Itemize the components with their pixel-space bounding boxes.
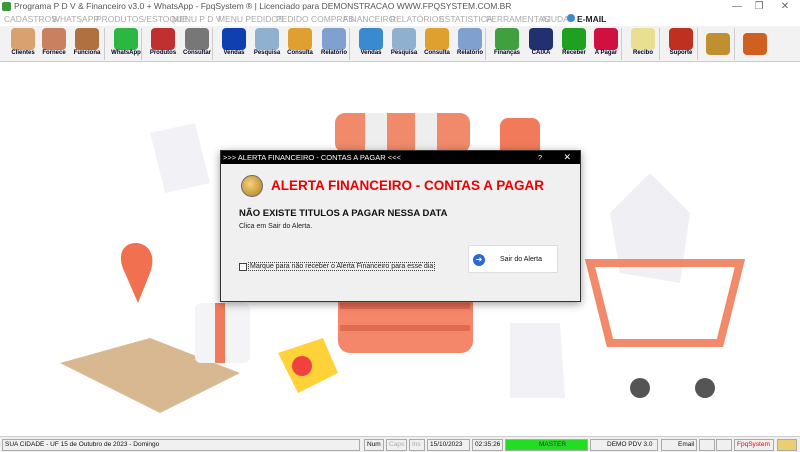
menu-bar: CADASTROS WHATSAPP PRODUTOS/ESTOQUE MENU…: [0, 13, 800, 26]
barcode-icon: [185, 28, 209, 50]
status-app-icon: [777, 439, 797, 451]
support-icon: [669, 28, 693, 50]
toolbar-button-coin[interactable]: [701, 27, 735, 61]
status-version: DEMO PDV 3.0: [590, 439, 658, 451]
toolbar-button-suporte[interactable]: Suporte: [664, 27, 698, 61]
bag-icon: [150, 123, 210, 193]
whatsapp-icon: [114, 28, 138, 50]
pay-dollar-icon: [594, 28, 618, 50]
status-caps: Caps: [386, 439, 407, 451]
menu-email-label: E-MAIL: [577, 14, 607, 24]
dialog-title: >>> ALERTA FINANCEIRO - CONTAS A PAGAR <…: [223, 153, 401, 162]
status-user: MASTER: [505, 439, 588, 451]
toolbar-button-whatsapp[interactable]: WhatsApp: [109, 27, 143, 61]
status-location-date: SUA CIDADE - UF 15 de Outubro de 2023 - …: [2, 439, 360, 451]
coin-icon: [241, 175, 263, 197]
exit-alert-label: Sair do Alerta: [500, 256, 543, 263]
toolbar-button-a-pagar[interactable]: A Pagar: [589, 27, 623, 61]
status-bar: SUA CIDADE - UF 15 de Outubro de 2023 - …: [0, 436, 800, 452]
folder-icon: [288, 28, 312, 50]
menu-estatistica[interactable]: ESTATISTICA: [439, 13, 493, 26]
window-title: Programa P D V & Financeiro v3.0 + Whats…: [14, 1, 512, 11]
monitor-icon[interactable]: [716, 439, 732, 451]
finance-chart-icon: [495, 28, 519, 50]
menu-whatsapp[interactable]: WHATSAPP: [52, 13, 99, 26]
financial-alert-dialog: >>> ALERTA FINANCEIRO - CONTAS A PAGAR <…: [220, 150, 581, 302]
users-icon: [11, 28, 35, 50]
menu-pdv[interactable]: MENU P D V: [172, 13, 221, 26]
arrow-right-icon: ➜: [473, 254, 485, 266]
dont-remind-checkbox[interactable]: Marque para não receber o Alerta Finance…: [239, 262, 436, 271]
printer-icon: [458, 28, 482, 50]
toolbar-button-consultar[interactable]: Consultar: [180, 27, 214, 61]
folder-icon: [425, 28, 449, 50]
pdv-icon: [222, 28, 246, 50]
close-button[interactable]: ✕: [770, 0, 800, 13]
menu-cadastros[interactable]: CADASTROS: [4, 13, 57, 26]
printer-icon[interactable]: [699, 439, 715, 451]
search-docs-icon: [392, 28, 416, 50]
toolbar-button-recibo[interactable]: Recibo: [626, 27, 660, 61]
toolbar: Clientes Fornece Funciona WhatsApp Produtos C…: [0, 26, 800, 62]
menu-email[interactable]: E-MAIL: [567, 13, 606, 26]
menu-ajuda[interactable]: AJUDA: [541, 13, 569, 26]
email-icon: [567, 14, 575, 22]
menu-pedidos[interactable]: MENU PEDIDOS: [218, 13, 284, 26]
printer-icon: [322, 28, 346, 50]
coin-icon: [706, 33, 730, 55]
toolbar-label: Suporte: [669, 50, 693, 56]
app-icon: [2, 2, 11, 11]
monitor-icon: [359, 28, 383, 50]
products-cart-icon: [151, 28, 175, 50]
dialog-close-button[interactable]: ✕: [563, 151, 571, 164]
alert-message: NÃO EXISTE TITULOS A PAGAR NESSA DATA: [239, 208, 448, 219]
menu-financeiro[interactable]: FINANCEIRO: [343, 13, 395, 26]
alert-heading: ALERTA FINANCEIRO - CONTAS A PAGAR: [271, 178, 544, 193]
toolbar-button-funciona[interactable]: Funciona: [70, 27, 104, 61]
status-num: Num: [364, 439, 384, 451]
receive-dollar-icon: [562, 28, 586, 50]
toolbar-button-exit-door[interactable]: [738, 27, 772, 61]
exit-door-icon: [743, 33, 767, 55]
status-email[interactable]: Email: [661, 439, 697, 451]
status-time: 02:35:26: [472, 439, 503, 451]
dialog-title-bar: >>> ALERTA FINANCEIRO - CONTAS A PAGAR <…: [221, 151, 580, 164]
toolbar-button-relat-rio[interactable]: Relatório: [453, 27, 487, 61]
help-button[interactable]: ?: [538, 151, 542, 164]
toolbar-button-relat-rio[interactable]: Relatório: [317, 27, 351, 61]
location-pin-icon: [120, 243, 153, 303]
status-brand: FpqSystem: [734, 439, 774, 451]
search-docs-icon: [255, 28, 279, 50]
checkbox-label: Marque para não receber o Alerta Finance…: [248, 262, 436, 271]
checkbox-box[interactable]: [239, 262, 247, 271]
cash-book-icon: [529, 28, 553, 50]
title-bar: Programa P D V & Financeiro v3.0 + Whats…: [0, 0, 800, 13]
status-date: 15/10/2023: [427, 439, 470, 451]
exit-alert-button[interactable]: ➜ Sair do Alerta: [468, 245, 558, 273]
status-ins: Ins: [409, 439, 425, 451]
menu-relatorios[interactable]: RELATÓRIOS: [390, 13, 444, 26]
supplier-icon: [42, 28, 66, 50]
alert-hint: Clica em Sair do Alerta.: [239, 223, 313, 230]
employees-icon: [75, 28, 99, 50]
receipt-icon: [631, 28, 655, 50]
